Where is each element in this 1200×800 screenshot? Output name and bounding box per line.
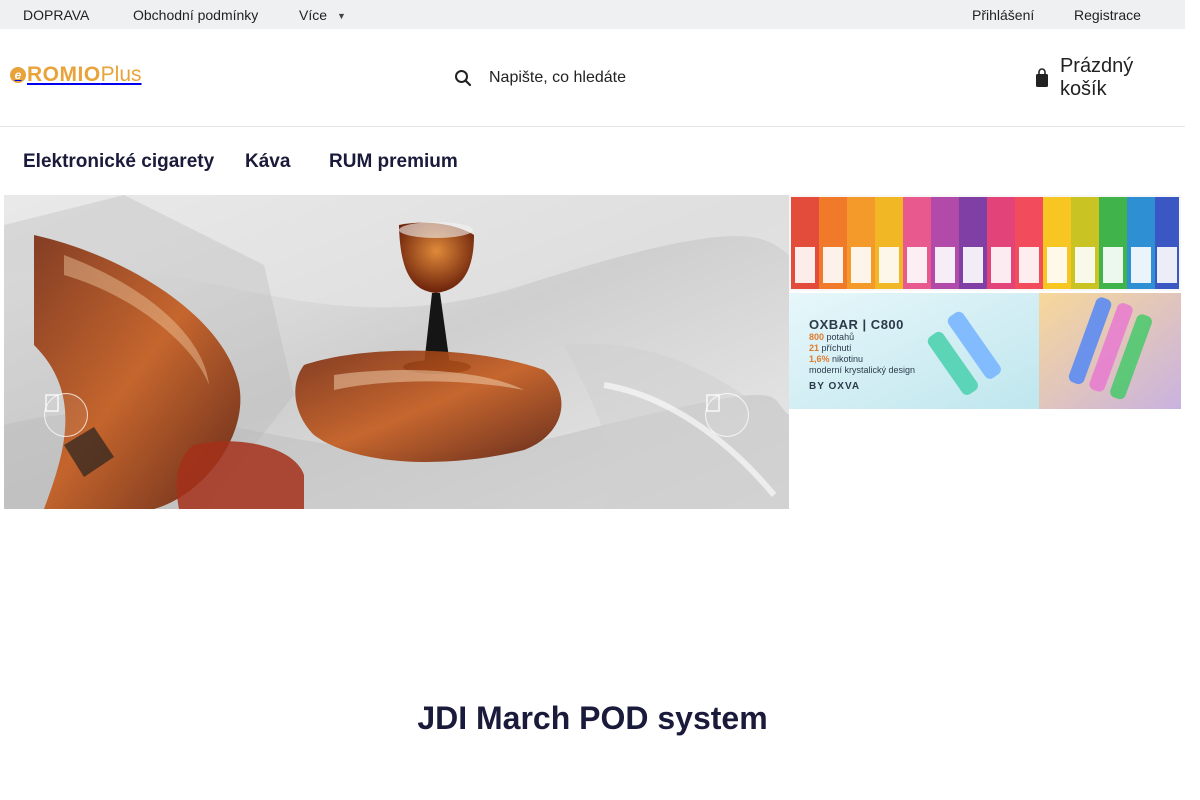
oxbar-flavors: 21 příchutí: [809, 343, 852, 353]
oxbar-brand: BY OXVA: [809, 381, 861, 392]
hero-image: [4, 195, 789, 509]
oxbar-design: moderní krystalický design: [809, 365, 916, 375]
vape-boxes-image: [789, 195, 1181, 291]
chevron-left-icon: [45, 394, 59, 412]
top-bar: DOPRAVA Obchodní podmínky Více ▼ Přihláše…: [0, 0, 1185, 29]
hero-carousel[interactable]: [4, 195, 789, 509]
promo-banner-vape-flavors[interactable]: [789, 195, 1181, 291]
main-nav: Elektronické cigarety Káva RUM premium: [0, 127, 1185, 195]
oxbar-copy: OXBAR | C800 800 potahů 21 příchutí 1,6%…: [809, 317, 915, 392]
carousel-next-button[interactable]: [705, 393, 749, 437]
oxbar-nicotine: 1,6% nikotinu: [809, 354, 864, 364]
chevron-down-icon: ▼: [337, 11, 346, 21]
cart-icon: [1034, 67, 1050, 89]
promo-banner-oxbar[interactable]: OXBAR | C800 800 potahů 21 příchutí 1,6%…: [789, 293, 1181, 409]
search-placeholder: Napište, co hledáte: [489, 69, 626, 86]
cart-label: Prázdný košík: [1059, 55, 1134, 100]
topbar-link-terms[interactable]: Obchodní podmínky: [133, 7, 258, 23]
logo-plus-text: Plus: [100, 63, 142, 86]
nav-item-coffee[interactable]: Káva: [245, 151, 290, 173]
more-label: Více: [299, 7, 328, 23]
search-input[interactable]: Napište, co hledáte: [450, 65, 870, 91]
chevron-right-icon: [706, 394, 720, 412]
section-title: JDI March POD system: [417, 700, 768, 736]
register-link[interactable]: Registrace: [1074, 7, 1141, 23]
topbar-link-doprava[interactable]: DOPRAVA: [23, 7, 89, 23]
logo-mark: e: [10, 67, 26, 83]
carousel-prev-button[interactable]: [44, 393, 88, 437]
search-icon: [452, 67, 474, 89]
site-logo[interactable]: e ROMIO Plus: [10, 63, 142, 87]
oxbar-puffs: 800 potahů: [809, 332, 855, 342]
topbar-more-menu[interactable]: Více ▼: [299, 7, 346, 23]
cart-button[interactable]: Prázdný košík: [1034, 55, 1185, 100]
login-link[interactable]: Přihlášení: [972, 7, 1034, 23]
nav-item-e-cigarettes[interactable]: Elektronické cigarety: [23, 151, 214, 173]
logo-text: ROMIO: [27, 63, 101, 86]
oxbar-title: OXBAR | C800: [809, 317, 904, 332]
site-header: e ROMIO Plus Napište, co hledáte Prázdný…: [0, 29, 1185, 127]
nav-item-rum[interactable]: RUM premium: [329, 151, 458, 173]
